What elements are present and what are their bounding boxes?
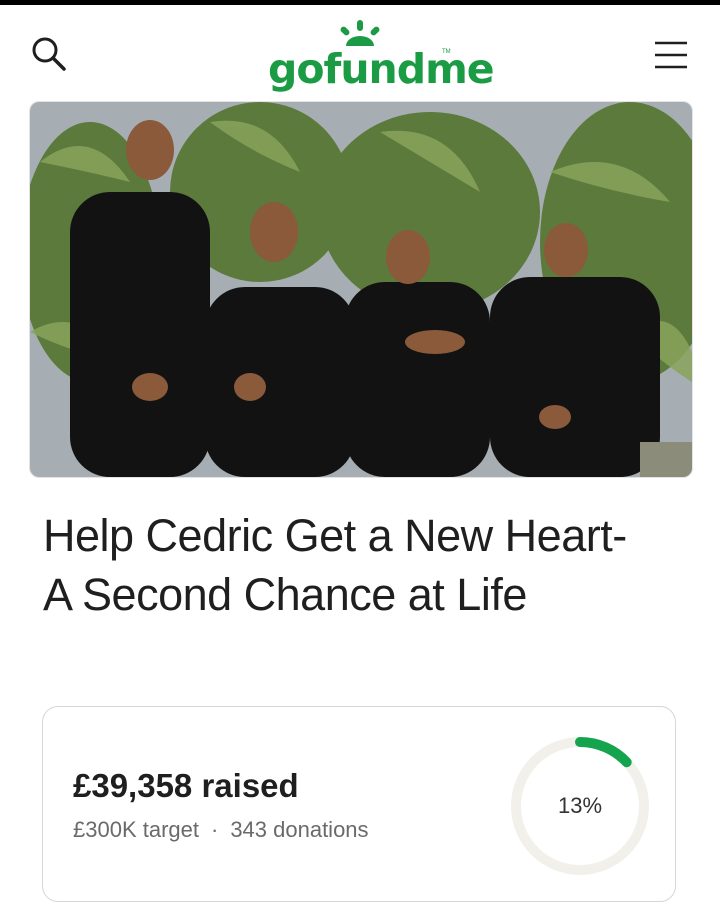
campaign-title: Help Cedric Get a New Heart- A Second Ch… (43, 510, 627, 620)
donation-progress-card: £39,358 raised £300K target · 343 donation… (42, 706, 676, 902)
campaign-photo[interactable] (29, 101, 693, 478)
site-header: gofundme TM (0, 5, 720, 95)
logo-trademark: TM (442, 49, 451, 55)
logo-wordmark: gofundme (268, 45, 495, 93)
separator-dot: · (210, 817, 219, 842)
progress-percent: 13% (557, 793, 603, 818)
campaign-stats: £300K target · 343 donations (73, 817, 369, 843)
gofundme-logo[interactable]: gofundme TM (260, 19, 495, 93)
donation-count: 343 donations (230, 817, 369, 842)
target-amount: £300K target (73, 817, 199, 842)
hamburger-menu-icon[interactable] (648, 37, 694, 73)
search-icon[interactable] (28, 33, 70, 75)
amount-raised: £39,358 raised (73, 767, 299, 804)
